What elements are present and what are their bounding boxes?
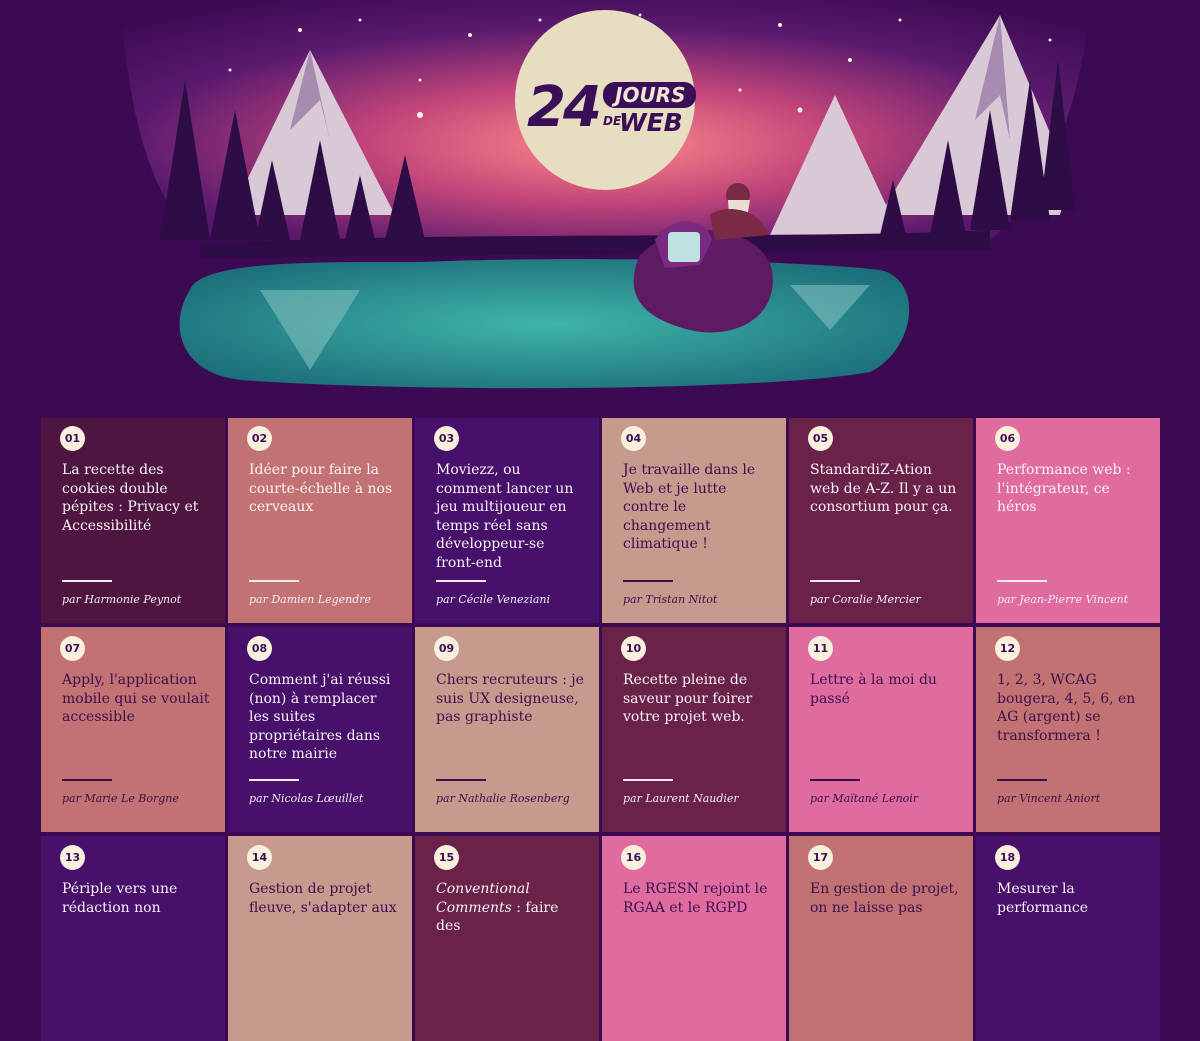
article-title[interactable]: Chers recruteurs : je suis UX designeuse… (436, 671, 585, 727)
day-number-badge: 05 (808, 426, 833, 451)
article-card[interactable]: 10 Recette pleine de saveur pour foirer v… (602, 627, 786, 832)
day-number-badge: 10 (621, 636, 646, 661)
separator-line (623, 580, 673, 582)
day-number-badge: 14 (247, 845, 272, 870)
logo-web: WEB (619, 108, 683, 137)
article-author: par Nicolas Lœuillet (249, 792, 364, 805)
day-number-badge: 16 (621, 845, 646, 870)
article-card[interactable]: 18 Mesurer la performance (976, 836, 1160, 1041)
article-author: par Laurent Naudier (623, 792, 739, 805)
day-number-badge: 04 (621, 426, 646, 451)
day-number-badge: 03 (434, 426, 459, 451)
day-number-badge: 13 (60, 845, 85, 870)
separator-line (249, 580, 299, 582)
article-title[interactable]: Gestion de projet fleuve, s'adapter aux (249, 880, 398, 917)
article-title[interactable]: Je travaille dans le Web et je lutte con… (623, 461, 772, 554)
night-landscape-illustration (0, 0, 1200, 410)
article-title[interactable]: Recette pleine de saveur pour foirer vot… (623, 671, 772, 727)
article-card[interactable]: 17 En gestion de projet, on ne laisse pas (789, 836, 973, 1041)
separator-line (62, 779, 112, 781)
separator-line (623, 779, 673, 781)
article-card[interactable]: 06 Performance web : l'intégrateur, ce hé… (976, 418, 1160, 623)
article-title[interactable]: Performance web : l'intégrateur, ce héro… (997, 461, 1146, 517)
article-author: par Cécile Veneziani (436, 593, 550, 606)
article-title[interactable]: Apply, l'application mobile qui se voula… (62, 671, 211, 727)
article-title[interactable]: La recette des cookies double pépites : … (62, 461, 211, 535)
article-author: par Maïtané Lenoir (810, 792, 919, 805)
article-card[interactable]: 07 Apply, l'application mobile qui se vou… (41, 627, 225, 832)
separator-line (436, 580, 486, 582)
site-logo[interactable]: 24 JOURS DE WEB (527, 75, 696, 148)
article-title[interactable]: Moviezz, ou comment lancer un jeu multij… (436, 461, 585, 572)
day-number-badge: 08 (247, 636, 272, 661)
article-card[interactable]: 08 Comment j'ai réussi (non) à remplacer … (228, 627, 412, 832)
article-title[interactable]: Conventional Comments : faire des (436, 880, 585, 936)
day-number-badge: 06 (995, 426, 1020, 451)
article-card[interactable]: 04 Je travaille dans le Web et je lutte c… (602, 418, 786, 623)
article-author: par Coralie Mercier (810, 593, 921, 606)
article-card[interactable]: 03 Moviezz, ou comment lancer un jeu mult… (415, 418, 599, 623)
separator-line (810, 580, 860, 582)
hero-illustration: 24 JOURS DE WEB (0, 0, 1200, 410)
article-card[interactable]: 11 Lettre à la moi du passé par Maïtané Le… (789, 627, 973, 832)
article-card[interactable]: 01 La recette des cookies double pépites … (41, 418, 225, 623)
separator-line (436, 779, 486, 781)
day-number-badge: 17 (808, 845, 833, 870)
article-card[interactable]: 09 Chers recruteurs : je suis UX designeu… (415, 627, 599, 832)
article-card[interactable]: 15 Conventional Comments : faire des (415, 836, 599, 1041)
day-number-badge: 02 (247, 426, 272, 451)
day-number-badge: 09 (434, 636, 459, 661)
article-title[interactable]: Comment j'ai réussi (non) à remplacer le… (249, 671, 398, 764)
day-number-badge: 01 (60, 426, 85, 451)
article-author: par Jean-Pierre Vincent (997, 593, 1129, 606)
day-number-badge: 07 (60, 636, 85, 661)
article-author: par Tristan Nitot (623, 593, 718, 606)
article-title[interactable]: Mesurer la performance (997, 880, 1146, 917)
article-card[interactable]: 12 1, 2, 3, WCAG bougera, 4, 5, 6, en AG … (976, 627, 1160, 832)
separator-line (997, 779, 1047, 781)
logo-number: 24 (527, 75, 602, 140)
article-card[interactable]: 16 Le RGESN rejoint le RGAA et le RGPD (602, 836, 786, 1041)
article-title[interactable]: 1, 2, 3, WCAG bougera, 4, 5, 6, en AG (a… (997, 671, 1146, 745)
article-author: par Nathalie Rosenberg (436, 792, 570, 805)
article-author: par Vincent Aniort (997, 792, 1101, 805)
separator-line (249, 779, 299, 781)
article-card[interactable]: 14 Gestion de projet fleuve, s'adapter au… (228, 836, 412, 1041)
day-number-badge: 12 (995, 636, 1020, 661)
article-author: par Damien Legendre (249, 593, 372, 606)
article-author: par Marie Le Borgne (62, 792, 179, 805)
article-title[interactable]: Périple vers une rédaction non (62, 880, 211, 917)
article-title[interactable]: StandardiZ-Ation web de A-Z. Il y a un c… (810, 461, 959, 517)
article-title[interactable]: En gestion de projet, on ne laisse pas (810, 880, 959, 917)
separator-line (810, 779, 860, 781)
separator-line (997, 580, 1047, 582)
article-author: par Harmonie Peynot (62, 593, 182, 606)
article-card[interactable]: 05 StandardiZ-Ation web de A-Z. Il y a un… (789, 418, 973, 623)
day-number-badge: 15 (434, 845, 459, 870)
article-calendar-grid: 01 La recette des cookies double pépites … (41, 418, 1161, 1041)
article-title[interactable]: Idéer pour faire la courte-échelle à nos… (249, 461, 398, 517)
separator-line (62, 580, 112, 582)
logo-jours: JOURS (603, 82, 696, 108)
day-number-badge: 11 (808, 636, 833, 661)
day-number-badge: 18 (995, 845, 1020, 870)
article-card[interactable]: 13 Périple vers une rédaction non (41, 836, 225, 1041)
article-title[interactable]: Lettre à la moi du passé (810, 671, 959, 708)
article-card[interactable]: 02 Idéer pour faire la courte-échelle à n… (228, 418, 412, 623)
article-title[interactable]: Le RGESN rejoint le RGAA et le RGPD (623, 880, 772, 917)
